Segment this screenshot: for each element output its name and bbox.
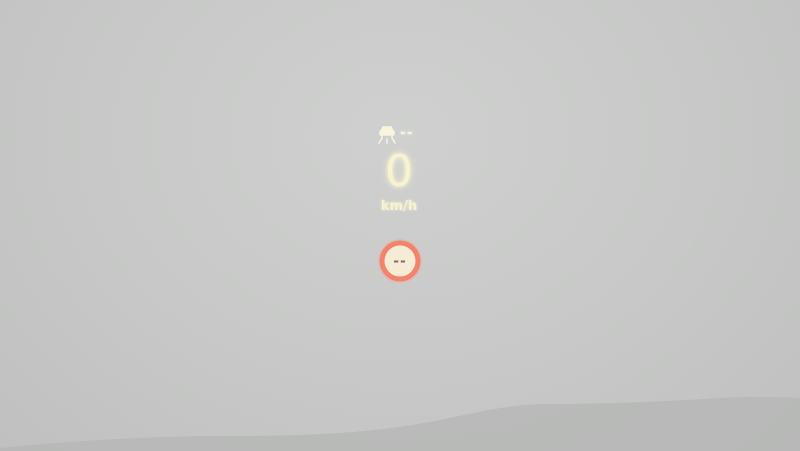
speed-limit-value: -- [393,254,407,270]
current-speed: 0 [385,146,413,197]
lane-assist-indicator: -- [376,122,436,144]
lane-assist-icon [376,122,398,144]
speed-limit-sign-icon: -- [377,238,423,284]
foggy-windshield-view: -- 0 km/h -- [0,0,800,451]
lane-assist-status: -- [400,125,414,141]
speed-unit: km/h [380,199,418,214]
head-up-display: -- 0 km/h -- [340,118,460,293]
